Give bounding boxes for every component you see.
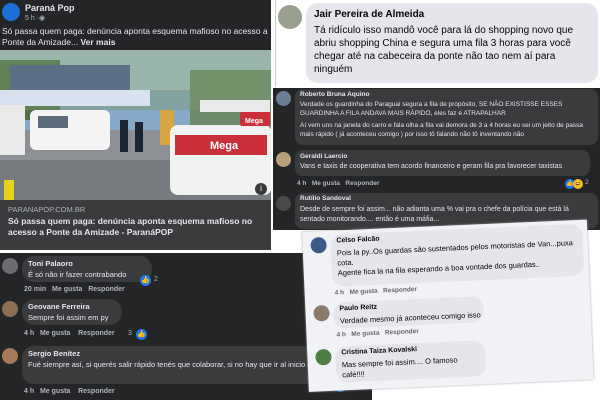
comment-time[interactable]: 20 min <box>24 286 46 293</box>
comment-author[interactable]: Geraldi Laercio <box>300 153 347 160</box>
comment-actions: 4 h Me gusta Responder <box>297 180 379 187</box>
like-reaction-icon: 👍 <box>140 275 151 286</box>
avatar[interactable] <box>278 5 302 29</box>
avatar[interactable] <box>276 91 291 106</box>
avatar[interactable] <box>313 304 330 322</box>
comment-time[interactable]: 4 h <box>336 331 346 338</box>
top-comment-card: Jair Pereira de Almeida Tá ridículo isso… <box>275 0 600 87</box>
post-body: Só passa quem paga: denúncia aponta esqu… <box>2 26 268 47</box>
comment-actions: 4 h Me gusta Responder <box>335 286 418 297</box>
post-photo[interactable]: Mega Mega <box>0 50 271 200</box>
comment-bubble: Roberto Bruna Aquino Verdade os guardinh… <box>295 89 598 145</box>
comment-time[interactable]: 4 h <box>335 289 345 296</box>
link-preview[interactable]: PARANAPOP.COM.BR Só passa quem paga: den… <box>0 200 271 250</box>
comment-text: Sempre foi assim em py <box>28 313 109 322</box>
comment-bubble: Celso Falcão Pois la py..Os guardas são … <box>330 223 585 287</box>
comment-text: Verdade mesmo já aconteceu comigo isso <box>339 310 481 326</box>
comment-author[interactable]: Sergio Benítez <box>28 349 80 358</box>
avatar[interactable] <box>315 348 332 366</box>
comment-text: Mas sempre foi assim.... O famoso café!!… <box>341 355 458 380</box>
comment-text: É só não ir fazer contrabando <box>28 270 127 279</box>
like-button[interactable]: Me gusta <box>312 180 340 187</box>
link-domain: PARANAPOP.COM.BR <box>8 205 86 214</box>
comments-bottom-right: Celso Falcão Pois la py..Os guardas são … <box>302 219 594 392</box>
reply-button[interactable]: Responder <box>78 388 115 395</box>
comment-author[interactable]: Jair Pereira de Almeida <box>314 9 424 20</box>
comment-bubble: Jair Pereira de Almeida Tá ridículo isso… <box>306 3 598 83</box>
comment-author[interactable]: Roberto Bruna Aquino <box>300 91 369 98</box>
reaction-count: 3 <box>128 330 132 337</box>
page-name[interactable]: Paraná Pop <box>25 3 75 13</box>
comment-time[interactable]: 4 h <box>24 330 34 337</box>
comment-actions: 4 h Me gusta Responder <box>24 330 115 337</box>
page-avatar[interactable] <box>2 3 20 21</box>
reply-button[interactable]: Responder <box>383 286 417 294</box>
avatar[interactable] <box>2 301 18 317</box>
comment-text: Tá ridículo isso mandô você para lá do s… <box>314 25 574 75</box>
comment-author[interactable]: Geovane Ferreira <box>28 302 90 311</box>
avatar[interactable] <box>2 258 18 274</box>
comment-bubble: Geraldi Laercio Vans e taxis de cooperat… <box>295 150 590 176</box>
like-reaction-icon: 👍 <box>136 329 147 340</box>
comment-actions: 4 h Me gusta Responder <box>336 328 419 339</box>
comment-author[interactable]: Toni Palaoro <box>28 259 73 268</box>
comment-bubble: Paulo Reitz Verdade mesmo já aconteceu c… <box>333 296 485 329</box>
see-more-link[interactable]: Ver mais <box>80 37 115 47</box>
post-meta: 5 h ·◉ <box>25 14 45 22</box>
comment-actions: 4 h Me gusta Responder <box>24 388 115 395</box>
avatar[interactable] <box>276 196 291 211</box>
avatar[interactable] <box>276 152 291 167</box>
avatar[interactable] <box>2 348 18 364</box>
post-time[interactable]: 5 h <box>25 15 35 22</box>
comment-text: Vans e taxis de cooperativa tem acordo f… <box>300 163 563 170</box>
post-text: Só passa quem paga: denúncia aponta esqu… <box>2 26 268 48</box>
photo-sign-logo: Mega <box>245 118 263 125</box>
comment-author[interactable]: Celso Falcão <box>336 236 379 245</box>
link-title: Só passa quem paga: denúncia aponta esqu… <box>8 216 253 237</box>
comment-time[interactable]: 4 h <box>297 180 306 187</box>
comment-text: Verdade os guardinha do Paraguai segura … <box>300 101 563 117</box>
comment-bubble: Cristina Taiza Kovalski Mas sempre foi a… <box>335 340 487 383</box>
comment-author[interactable]: Rutílio Sandoval <box>300 195 351 202</box>
comment-actions: 20 min Me gusta Responder <box>24 286 125 293</box>
like-button[interactable]: Me gusta <box>40 388 70 395</box>
reply-button[interactable]: Responder <box>385 328 419 336</box>
reply-button[interactable]: Responder <box>345 180 379 187</box>
comment-text-continued: Aí vem uns na janela do carro e fala olh… <box>300 122 583 138</box>
photo-truck-logo: Mega <box>210 140 239 152</box>
info-icon[interactable]: i <box>255 183 267 195</box>
globe-icon: ·◉ <box>36 15 46 22</box>
reply-button[interactable]: Responder <box>78 330 115 337</box>
comment-time[interactable]: 4 h <box>24 388 34 395</box>
like-button[interactable]: Me gusta <box>52 286 82 293</box>
avatar[interactable] <box>310 236 327 254</box>
comment-author[interactable]: Cristina Taiza Kovalski <box>341 346 417 356</box>
haha-reaction-icon: 😆 <box>573 179 583 189</box>
reply-button[interactable]: Responder <box>88 286 125 293</box>
like-button[interactable]: Me gusta <box>40 330 70 337</box>
reaction-count: 2 <box>585 179 589 186</box>
comments-right: Roberto Bruna Aquino Verdade os guardinh… <box>273 88 600 230</box>
comment-bubble: Toni Palaoro É só não ir fazer contraban… <box>22 256 152 282</box>
like-button[interactable]: Me gusta <box>351 330 379 338</box>
like-button[interactable]: Me gusta <box>349 288 377 296</box>
post-card: Paraná Pop 5 h ·◉ Só passa quem paga: de… <box>0 0 271 250</box>
comment-author[interactable]: Paulo Reitz <box>339 304 377 313</box>
reaction-count: 2 <box>154 276 158 283</box>
comment-bubble: Geovane Ferreira Sempre foi assim em py <box>22 299 122 325</box>
